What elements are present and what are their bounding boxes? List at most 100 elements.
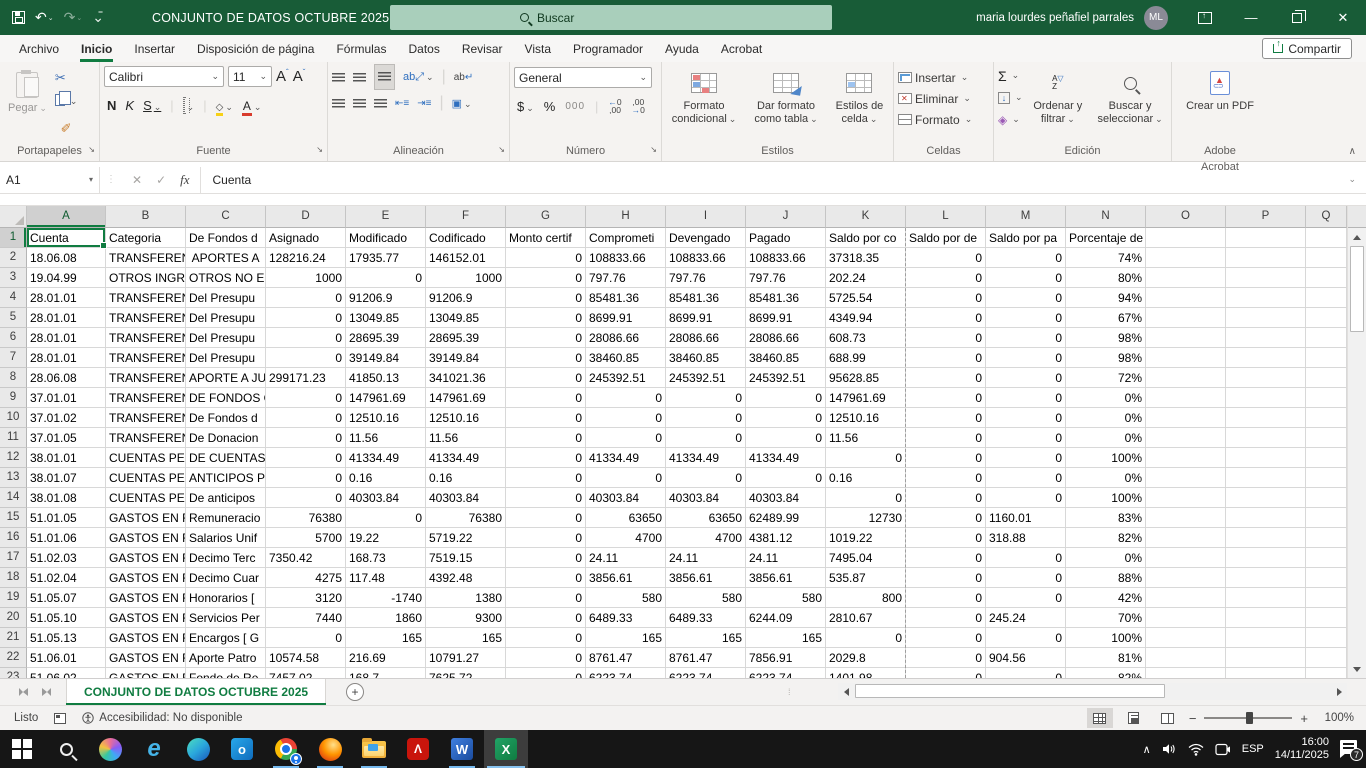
cell-A18[interactable]: 51.02.04 — [27, 568, 106, 588]
cell-C16[interactable]: Salarios Unif — [186, 528, 266, 548]
cell-Q13[interactable] — [1306, 468, 1347, 488]
cell-M20[interactable]: 245.24 — [986, 608, 1066, 628]
cell-H21[interactable]: 165 — [586, 628, 666, 648]
cell-N6[interactable]: 98% — [1066, 328, 1146, 348]
row-header-22[interactable]: 22 — [0, 648, 27, 668]
cell-D4[interactable]: 0 — [266, 288, 346, 308]
cell-F18[interactable]: 4392.48 — [426, 568, 506, 588]
cell-M21[interactable]: 0 — [986, 628, 1066, 648]
cell-N18[interactable]: 88% — [1066, 568, 1146, 588]
sort-filter-button[interactable]: A▽Z Ordenar y filtrar — [1027, 66, 1090, 128]
firefox-button[interactable] — [308, 730, 352, 768]
cell-G16[interactable]: 0 — [506, 528, 586, 548]
cell-J22[interactable]: 7856.91 — [746, 648, 826, 668]
cell-O10[interactable] — [1146, 408, 1226, 428]
cell-E10[interactable]: 12510.16 — [346, 408, 426, 428]
excel-taskbar-button[interactable]: X — [484, 730, 528, 768]
cell-J7[interactable]: 38460.85 — [746, 348, 826, 368]
cell-N5[interactable]: 67% — [1066, 308, 1146, 328]
cell-O2[interactable] — [1146, 248, 1226, 268]
cell-C5[interactable]: Del Presupu — [186, 308, 266, 328]
cell-P11[interactable] — [1226, 428, 1306, 448]
cell-A1[interactable]: Cuenta — [27, 228, 106, 248]
cell-H17[interactable]: 24.11 — [586, 548, 666, 568]
cell-P2[interactable] — [1226, 248, 1306, 268]
cell-B9[interactable]: TRANSFEREN — [106, 388, 186, 408]
cell-C19[interactable]: Honorarios [ — [186, 588, 266, 608]
cell-I14[interactable]: 40303.84 — [666, 488, 746, 508]
cell-F13[interactable]: 0.16 — [426, 468, 506, 488]
cell-C11[interactable]: De Donacion — [186, 428, 266, 448]
cell-B19[interactable]: GASTOS EN F — [106, 588, 186, 608]
cell-D13[interactable]: 0 — [266, 468, 346, 488]
cell-P6[interactable] — [1226, 328, 1306, 348]
cell-B14[interactable]: CUENTAS PE — [106, 488, 186, 508]
cell-K5[interactable]: 4349.94 — [826, 308, 906, 328]
cell-I22[interactable]: 8761.47 — [666, 648, 746, 668]
cell-Q4[interactable] — [1306, 288, 1347, 308]
cell-H4[interactable]: 85481.36 — [586, 288, 666, 308]
cell-H23[interactable]: 6223.74 — [586, 668, 666, 678]
cell-D5[interactable]: 0 — [266, 308, 346, 328]
cell-Q9[interactable] — [1306, 388, 1347, 408]
cell-I11[interactable]: 0 — [666, 428, 746, 448]
horizontal-scrollbar[interactable] — [838, 683, 1347, 700]
format-cells-button[interactable]: Formato — [898, 110, 972, 129]
cell-O8[interactable] — [1146, 368, 1226, 388]
cell-C21[interactable]: Encargos [ G — [186, 628, 266, 648]
cell-F23[interactable]: 7625.72 — [426, 668, 506, 678]
cell-J9[interactable]: 0 — [746, 388, 826, 408]
cell-K13[interactable]: 0.16 — [826, 468, 906, 488]
cell-P3[interactable] — [1226, 268, 1306, 288]
cell-C6[interactable]: Del Presupu — [186, 328, 266, 348]
enter-icon[interactable]: ✓ — [156, 173, 166, 187]
cell-L19[interactable]: 0 — [906, 588, 986, 608]
cell-B20[interactable]: GASTOS EN F — [106, 608, 186, 628]
cell-G2[interactable]: 0 — [506, 248, 586, 268]
increase-indent-icon[interactable]: ⇥≡ — [417, 98, 431, 109]
cell-M7[interactable]: 0 — [986, 348, 1066, 368]
clipboard-dialog-launcher[interactable]: ↘ — [88, 142, 95, 158]
cell-P15[interactable] — [1226, 508, 1306, 528]
cell-Q6[interactable] — [1306, 328, 1347, 348]
cell-P21[interactable] — [1226, 628, 1306, 648]
cell-G17[interactable]: 0 — [506, 548, 586, 568]
cell-P19[interactable] — [1226, 588, 1306, 608]
cell-B12[interactable]: CUENTAS PE — [106, 448, 186, 468]
copy-icon[interactable] — [55, 90, 78, 109]
cell-N16[interactable]: 82% — [1066, 528, 1146, 548]
cell-L2[interactable]: 0 — [906, 248, 986, 268]
cell-D17[interactable]: 7350.42 — [266, 548, 346, 568]
expand-formula-bar-icon[interactable]: ⌄ — [1348, 174, 1356, 185]
cell-D21[interactable]: 0 — [266, 628, 346, 648]
cell-I1[interactable]: Devengado — [666, 228, 746, 248]
next-sheet-icon[interactable] — [42, 688, 51, 696]
cell-Q22[interactable] — [1306, 648, 1347, 668]
cell-E18[interactable]: 117.48 — [346, 568, 426, 588]
cell-H7[interactable]: 38460.85 — [586, 348, 666, 368]
internet-explorer-button[interactable]: e — [132, 730, 176, 768]
avatar[interactable]: ML — [1144, 6, 1168, 30]
cell-Q12[interactable] — [1306, 448, 1347, 468]
row-header-15[interactable]: 15 — [0, 508, 27, 528]
cell-D3[interactable]: 1000 — [266, 268, 346, 288]
cell-L3[interactable]: 0 — [906, 268, 986, 288]
cell-B7[interactable]: TRANSFEREN — [106, 348, 186, 368]
cell-O5[interactable] — [1146, 308, 1226, 328]
customize-quick-access-icon[interactable]: ⌄̄ — [92, 9, 104, 26]
cell-D15[interactable]: 76380 — [266, 508, 346, 528]
cell-F10[interactable]: 12510.16 — [426, 408, 506, 428]
cell-B18[interactable]: GASTOS EN F — [106, 568, 186, 588]
cell-A12[interactable]: 38.01.01 — [27, 448, 106, 468]
cell-O17[interactable] — [1146, 548, 1226, 568]
cell-I15[interactable]: 63650 — [666, 508, 746, 528]
cell-L6[interactable]: 0 — [906, 328, 986, 348]
cell-A10[interactable]: 37.01.02 — [27, 408, 106, 428]
cell-J20[interactable]: 6244.09 — [746, 608, 826, 628]
cell-O4[interactable] — [1146, 288, 1226, 308]
row-header-20[interactable]: 20 — [0, 608, 27, 628]
column-header-D[interactable]: D — [266, 206, 346, 228]
cell-E13[interactable]: 0.16 — [346, 468, 426, 488]
cell-I6[interactable]: 28086.66 — [666, 328, 746, 348]
cell-J2[interactable]: 108833.66 — [746, 248, 826, 268]
